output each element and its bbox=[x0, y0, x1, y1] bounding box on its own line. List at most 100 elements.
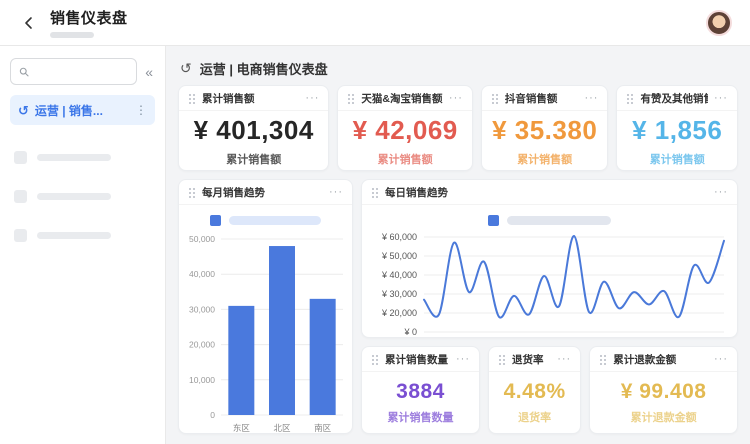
svg-text:¥ 50,000: ¥ 50,000 bbox=[381, 251, 417, 261]
card-menu-icon[interactable]: ··· bbox=[456, 353, 470, 365]
item-menu-icon[interactable]: ⋮ bbox=[135, 103, 147, 117]
card-title: 天猫&淘宝销售额 bbox=[361, 91, 443, 106]
dashboard-title: 运营 | 电商销售仪表盘 bbox=[200, 59, 328, 78]
search-box[interactable] bbox=[10, 58, 137, 85]
skeleton-icon bbox=[14, 190, 27, 203]
svg-text:北区: 北区 bbox=[273, 423, 291, 433]
card-title: 每月销售趋势 bbox=[202, 185, 323, 200]
drag-handle-icon[interactable] bbox=[498, 353, 506, 365]
kpi-value: ¥ 401,304 bbox=[194, 115, 314, 146]
drag-handle-icon[interactable] bbox=[347, 92, 355, 104]
kpi-label: 累计销售额 bbox=[378, 151, 433, 167]
search-input[interactable] bbox=[35, 65, 128, 79]
svg-text:20,000: 20,000 bbox=[189, 340, 215, 350]
svg-text:10,000: 10,000 bbox=[189, 375, 215, 385]
drag-handle-icon[interactable] bbox=[491, 92, 499, 104]
skeleton-text bbox=[37, 154, 111, 161]
monthly-sales-bar-chart: 50,000 40,000 30,000 20,000 10,000 0 东区 北区 南区 bbox=[179, 231, 352, 433]
kpi-value: 4.48% bbox=[504, 380, 566, 404]
skeleton-text bbox=[37, 232, 111, 239]
sidebar-item-dashboard[interactable]: ↺ 运营 | 销售... ⋮ bbox=[10, 95, 155, 125]
drag-handle-icon[interactable] bbox=[599, 353, 607, 365]
svg-text:¥ 40,000: ¥ 40,000 bbox=[381, 270, 417, 280]
skeleton-icon bbox=[14, 151, 27, 164]
kpi-value: ¥ 35.380 bbox=[492, 115, 597, 146]
kpi-label: 退货率 bbox=[518, 409, 551, 425]
kpi-card-tmall-taobao: 天猫&淘宝销售额 ··· ¥ 42,069 累计销售额 bbox=[337, 85, 473, 171]
history-clock-icon: ↺ bbox=[18, 104, 29, 117]
drag-handle-icon[interactable] bbox=[371, 186, 379, 198]
skeleton-text bbox=[37, 193, 111, 200]
card-menu-icon[interactable]: ··· bbox=[584, 92, 598, 104]
kpi-label: 累计销售数量 bbox=[388, 409, 454, 425]
svg-text:¥ 60,000: ¥ 60,000 bbox=[381, 232, 417, 242]
dashboard-content: ↺ 运营 | 电商销售仪表盘 累计销售额 ··· ¥ 401,304 累计销售额 bbox=[166, 46, 750, 444]
daily-sales-chart-card: 每日销售趋势 ··· ¥ 60,000 ¥ 50,000 ¥ 40,000 ¥ 30,… bbox=[361, 179, 738, 338]
card-menu-icon[interactable]: ··· bbox=[305, 92, 319, 104]
kpi-card-total-sales: 累计销售额 ··· ¥ 401,304 累计销售额 bbox=[178, 85, 329, 171]
card-title: 累计销售数量 bbox=[385, 352, 450, 367]
kpi-card-total-refund: 累计退款金额 ··· ¥ 99.408 累计退款金额 bbox=[589, 346, 738, 434]
collapse-sidebar-icon[interactable]: « bbox=[143, 64, 155, 80]
monthly-sales-chart-card: 每月销售趋势 ··· 50,000 40,000 30,000 20,000 10,00… bbox=[178, 179, 353, 434]
svg-text:30,000: 30,000 bbox=[189, 304, 215, 314]
skeleton-icon bbox=[14, 229, 27, 242]
sidebar-skeleton-row bbox=[10, 229, 155, 242]
legend-swatch bbox=[210, 215, 221, 226]
svg-text:南区: 南区 bbox=[314, 423, 332, 433]
card-menu-icon[interactable]: ··· bbox=[557, 353, 571, 365]
chevron-left-icon bbox=[22, 16, 36, 30]
kpi-card-return-rate: 退货率 ··· 4.48% 退货率 bbox=[488, 346, 581, 434]
sidebar-skeleton-row bbox=[10, 151, 155, 164]
legend-skeleton bbox=[507, 216, 611, 225]
kpi-label: 累计销售额 bbox=[517, 151, 572, 167]
card-title: 累计销售额 bbox=[202, 91, 299, 106]
search-icon bbox=[19, 66, 29, 78]
kpi-card-total-quantity: 累计销售数量 ··· 3884 累计销售数量 bbox=[361, 346, 480, 434]
user-avatar[interactable] bbox=[706, 10, 732, 36]
svg-text:40,000: 40,000 bbox=[189, 269, 215, 279]
drag-handle-icon[interactable] bbox=[188, 92, 196, 104]
legend-skeleton bbox=[229, 216, 321, 225]
card-menu-icon[interactable]: ··· bbox=[449, 92, 463, 104]
svg-text:东区: 东区 bbox=[233, 423, 251, 433]
svg-text:50,000: 50,000 bbox=[189, 234, 215, 244]
card-menu-icon[interactable]: ··· bbox=[714, 186, 728, 198]
kpi-label: 累计销售额 bbox=[226, 151, 281, 167]
card-title: 抖音销售额 bbox=[505, 91, 579, 106]
drag-handle-icon[interactable] bbox=[371, 353, 379, 365]
kpi-value: ¥ 1,856 bbox=[632, 115, 722, 146]
history-clock-icon: ↺ bbox=[180, 60, 192, 77]
card-title: 每日销售趋势 bbox=[385, 185, 708, 200]
kpi-card-douyin: 抖音销售额 ··· ¥ 35.380 累计销售额 bbox=[481, 85, 609, 171]
drag-handle-icon[interactable] bbox=[188, 186, 196, 198]
drag-handle-icon[interactable] bbox=[626, 92, 634, 104]
svg-text:0: 0 bbox=[210, 410, 215, 420]
svg-text:¥ 30,000: ¥ 30,000 bbox=[381, 289, 417, 299]
card-title: 累计退款金额 bbox=[613, 352, 708, 367]
svg-text:¥ 20,000: ¥ 20,000 bbox=[381, 308, 417, 318]
kpi-label: 累计销售额 bbox=[650, 151, 705, 167]
card-menu-icon[interactable]: ··· bbox=[329, 186, 343, 198]
kpi-value: ¥ 42,069 bbox=[353, 115, 458, 146]
top-bar: 销售仪表盘 bbox=[0, 0, 750, 46]
card-menu-icon[interactable]: ··· bbox=[714, 353, 728, 365]
sidebar-skeleton-row bbox=[10, 190, 155, 203]
kpi-value: 3884 bbox=[396, 380, 445, 404]
title-skeleton bbox=[50, 32, 94, 38]
card-title: 退货率 bbox=[512, 352, 551, 367]
back-button[interactable] bbox=[18, 12, 40, 34]
daily-sales-line-chart: ¥ 60,000 ¥ 50,000 ¥ 40,000 ¥ 30,000 ¥ 20,000… bbox=[362, 231, 737, 337]
sidebar: « ↺ 运营 | 销售... ⋮ bbox=[0, 46, 166, 444]
kpi-label: 累计退款金额 bbox=[631, 409, 697, 425]
kpi-card-youzan-other: 有赞及其他销售额 ··· ¥ 1,856 累计销售额 bbox=[616, 85, 738, 171]
sidebar-item-label: 运营 | 销售... bbox=[35, 102, 129, 119]
chart-legend bbox=[179, 209, 352, 231]
card-menu-icon[interactable]: ··· bbox=[714, 92, 728, 104]
page-title: 销售仪表盘 bbox=[50, 7, 128, 28]
legend-swatch bbox=[488, 215, 499, 226]
kpi-value: ¥ 99.408 bbox=[621, 380, 707, 404]
chart-legend bbox=[362, 209, 737, 231]
card-title: 有赞及其他销售额 bbox=[640, 91, 708, 106]
svg-text:¥ 0: ¥ 0 bbox=[403, 327, 417, 337]
